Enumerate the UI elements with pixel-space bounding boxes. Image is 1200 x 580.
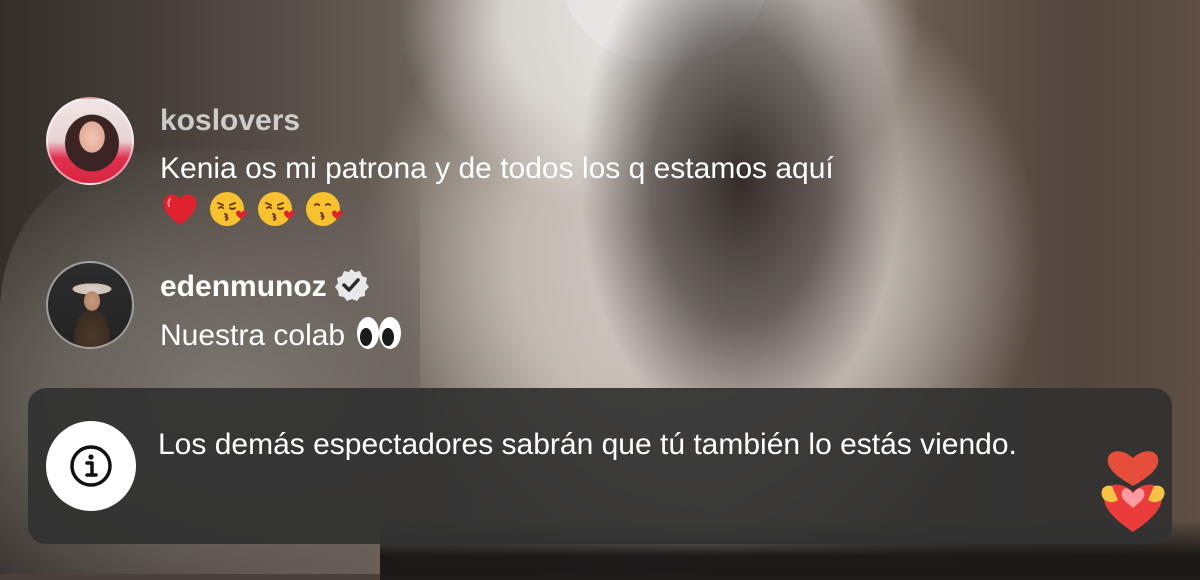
info-badge [46, 421, 136, 511]
heart-icon[interactable] [1098, 446, 1168, 536]
comment-emoji-row [160, 189, 344, 229]
comment-username-row[interactable]: edenmunoz [160, 267, 369, 305]
avatar[interactable] [46, 261, 134, 349]
red-heart-icon [163, 194, 197, 225]
verified-badge-icon [334, 269, 369, 301]
face-blowing-kiss-icon [210, 192, 247, 226]
avatar[interactable] [46, 97, 134, 185]
info-icon [70, 445, 112, 487]
viewer-notice-banner: Los demás espectadores sabrán que tú tam… [28, 388, 1172, 544]
kissing-face-with-heart-icon [306, 192, 343, 226]
eyes-icon [357, 317, 402, 349]
comment-message: Kenia os mi patrona y de todos los q est… [160, 152, 834, 185]
comment-username[interactable]: koslovers [160, 103, 300, 139]
face-blowing-kiss-icon [258, 192, 295, 226]
notice-text: Los demás espectadores sabrán que tú tam… [158, 428, 1017, 461]
comment-message: Nuestra colab [160, 319, 346, 352]
comment-message-row: Nuestra colab [160, 315, 403, 354]
comment-username[interactable]: edenmunoz [160, 270, 327, 303]
